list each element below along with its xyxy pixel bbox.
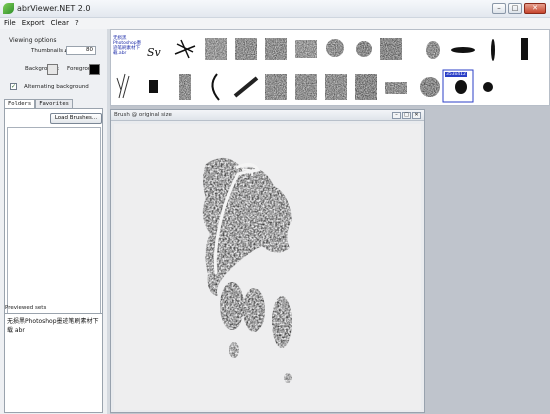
maximize-icon[interactable]: □ [402,112,411,119]
thumb-item[interactable] [265,38,287,60]
brush-stroke-image [202,157,292,383]
brush-canvas [114,124,421,410]
menu-help[interactable]: ? [75,18,79,29]
menu-file[interactable]: File [4,18,16,29]
thumb-item[interactable] [483,82,493,92]
svg-text:Sv: Sv [147,46,162,59]
thumb-item[interactable] [116,73,130,99]
minimize-icon[interactable]: – [392,112,401,119]
thumb-item[interactable] [295,74,317,100]
tab-favorites[interactable]: Favorites [35,99,73,108]
thumb-item[interactable]: Sv [142,36,168,62]
minimize-icon[interactable]: – [492,3,506,14]
left-panel: Viewing options Thumbnails size: <--> 80… [0,29,107,414]
alternating-label: Alternating background [24,84,89,90]
thumb-item[interactable] [385,82,407,94]
brush-window-title: Brush @ original size [111,110,424,121]
thumb-item[interactable] [521,38,528,60]
thumb-item[interactable] [233,76,259,98]
thumb-item[interactable] [420,77,440,97]
thumb-item[interactable] [149,80,158,93]
thumbnail-size-input[interactable]: 80 [66,46,96,55]
thumb-item[interactable] [235,38,257,60]
thumb-caption[interactable]: 无损黑Photoshop墨迹笔刷素材下载.abr [113,36,143,56]
menu-export[interactable]: Export [22,18,45,29]
thumb-item[interactable] [205,38,227,60]
previewed-sets-label: Previewed sets [5,305,47,311]
thumb-item[interactable] [355,74,377,100]
folder-tree[interactable] [7,127,101,319]
previewed-sets-list[interactable]: 无损黑Photoshop墨迹笔刷素材下载 abr [4,313,103,413]
thumbnail-grid: Sv [116,36,528,103]
close-icon[interactable]: ✕ [412,112,421,119]
selected-thumbnail[interactable]: 353x412 [443,70,473,102]
foreground-swatch[interactable] [89,64,100,75]
thumb-item[interactable] [326,39,344,57]
window-title: abrViewer.NET 2.0 [17,4,91,13]
alternating-checkbox[interactable]: ✓ [10,83,17,90]
selected-size-tag: 353x412 [445,72,467,77]
menu-bar: File Export Clear ? [0,18,550,29]
thumb-item[interactable] [325,74,347,100]
viewing-options-label: Viewing options [9,37,57,44]
thumb-item[interactable] [179,74,191,100]
thumb-item[interactable] [356,41,372,57]
menu-clear[interactable]: Clear [51,18,69,29]
thumb-item[interactable] [265,74,287,100]
brush-thumbnail-strip: Sv 无损黑Photoshop墨迹笔刷素材下载.abr 353x412 [110,29,550,106]
maximize-icon[interactable]: □ [508,3,522,14]
brush-preview-window: Brush @ original size – □ ✕ [110,109,425,413]
thumb-item[interactable] [426,41,440,59]
tab-folders[interactable]: Folders [4,99,36,108]
thumb-item[interactable] [491,39,495,61]
folders-panel: Load Brushes... [4,108,103,321]
mdi-workspace: Brush @ original size – □ ✕ [110,106,550,414]
leaf-icon [3,3,14,14]
thumb-item[interactable] [451,47,475,53]
close-icon[interactable]: ✕ [524,3,546,14]
list-item[interactable]: 无损黑Photoshop墨迹笔刷素材下载 abr [7,316,100,334]
thumb-item[interactable] [174,39,196,59]
background-swatch[interactable] [47,64,58,75]
thumb-item[interactable] [380,38,402,60]
thumb-item[interactable] [295,40,317,58]
title-bar: abrViewer.NET 2.0 – □ ✕ [0,0,550,18]
load-brushes-button[interactable]: Load Brushes... [50,113,102,124]
thumb-item[interactable] [211,73,220,101]
